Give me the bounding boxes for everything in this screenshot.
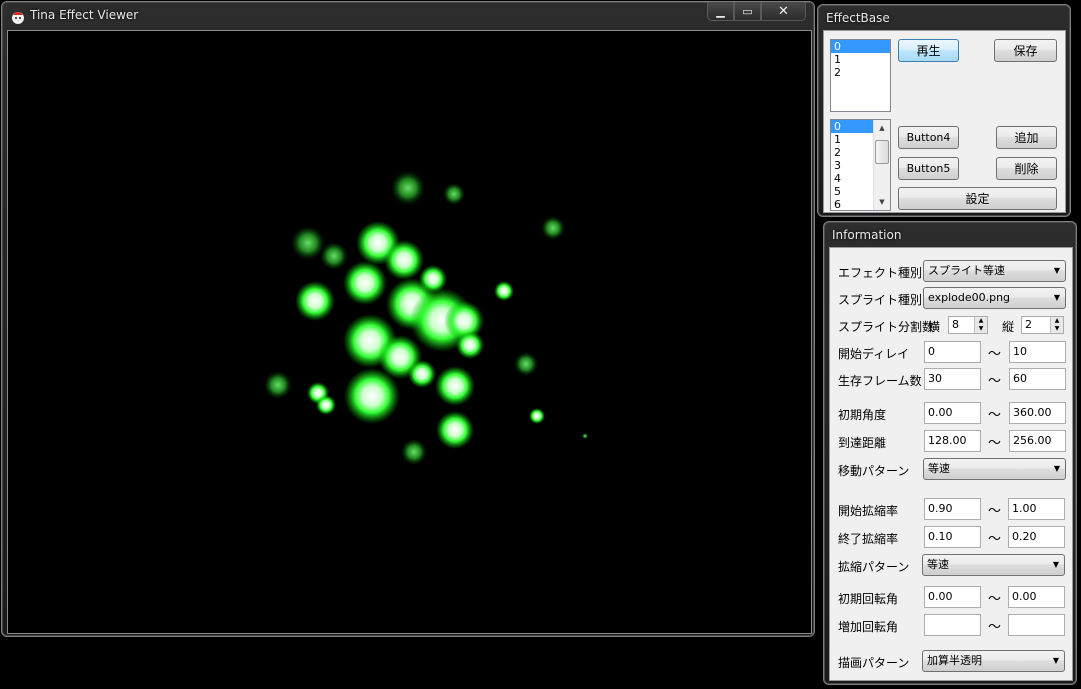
draw-pattern-select[interactable]: 加算半透明 ▼ bbox=[922, 650, 1065, 672]
sprite-div-label: スプライト分割数 bbox=[838, 320, 935, 334]
init-angle-label: 初期角度 bbox=[838, 408, 887, 422]
minimize-button[interactable]: ▁ bbox=[707, 2, 734, 21]
chevron-down-icon: ▼ bbox=[1052, 560, 1059, 569]
sprite-type-value: explode00.png bbox=[928, 291, 1011, 304]
sprite-type-label: スプライト種別 bbox=[838, 293, 923, 307]
minimize-icon: ▁ bbox=[716, 4, 725, 18]
button5[interactable]: Button5 bbox=[898, 157, 959, 180]
sprite-div-v-value: 2 bbox=[1025, 318, 1032, 331]
settings-button[interactable]: 設定 bbox=[898, 187, 1057, 210]
init-angle-max-field[interactable]: 360.00 bbox=[1009, 402, 1066, 424]
list-item[interactable]: 2 bbox=[831, 66, 890, 79]
reach-dist-max-field[interactable]: 256.00 bbox=[1009, 430, 1066, 452]
information-panel: エフェクト種別 スプライト等速 ▼ スプライト種別 explode00.png … bbox=[829, 247, 1073, 681]
reach-dist-label: 到達距離 bbox=[838, 436, 887, 450]
close-button[interactable]: ✕ bbox=[761, 2, 806, 21]
maximize-button[interactable]: ▭ bbox=[734, 2, 761, 21]
end-scale-label: 終了拡縮率 bbox=[838, 532, 899, 546]
start-scale-max-field[interactable]: 1.00 bbox=[1008, 498, 1065, 520]
app-icon bbox=[12, 12, 24, 24]
effectbase-title: EffectBase bbox=[826, 11, 890, 25]
start-delay-max-field[interactable]: 10 bbox=[1009, 341, 1066, 363]
init-rotation-label: 初期回転角 bbox=[838, 592, 899, 606]
chevron-down-icon: ▼ bbox=[1052, 656, 1059, 665]
information-window: Information エフェクト種別 スプライト等速 ▼ スプライト種別 ex… bbox=[823, 221, 1077, 685]
play-button[interactable]: 再生 bbox=[898, 39, 959, 62]
life-frames-max-field[interactable]: 60 bbox=[1009, 368, 1066, 390]
sprite-div-v-label: 縦 bbox=[1002, 320, 1015, 334]
effect-type-value: スプライト等速 bbox=[928, 264, 1005, 277]
caption-buttons: ▁ ▭ ✕ bbox=[707, 2, 806, 21]
save-button[interactable]: 保存 bbox=[994, 39, 1057, 62]
scroll-thumb[interactable] bbox=[875, 140, 889, 164]
sprite-div-h-value: 8 bbox=[952, 318, 959, 331]
range-tilde: ～ bbox=[988, 347, 1002, 362]
add-rotation-max-field[interactable] bbox=[1008, 614, 1065, 636]
range-tilde: ～ bbox=[988, 620, 1002, 635]
end-scale-min-field[interactable]: 0.10 bbox=[924, 526, 981, 548]
spin-arrows-icon[interactable]: ▲ ▼ bbox=[1050, 317, 1063, 333]
scale-pattern-select[interactable]: 等速 ▼ bbox=[922, 554, 1065, 576]
start-delay-label: 開始ディレイ bbox=[838, 347, 910, 361]
effect-type-select[interactable]: スプライト等速 ▼ bbox=[923, 260, 1066, 282]
sprite-div-h-stepper[interactable]: 8 ▲ ▼ bbox=[948, 316, 988, 334]
draw-pattern-label: 描画パターン bbox=[838, 656, 910, 670]
information-title: Information bbox=[832, 228, 902, 242]
start-scale-label: 開始拡縮率 bbox=[838, 504, 899, 518]
list-item[interactable]: 1 bbox=[831, 53, 890, 66]
spin-arrows-icon[interactable]: ▲ ▼ bbox=[974, 317, 987, 333]
button4[interactable]: Button4 bbox=[898, 126, 959, 149]
scroll-down-icon[interactable]: ▼ bbox=[874, 194, 890, 210]
range-tilde: ～ bbox=[988, 408, 1002, 423]
init-rotation-max-field[interactable]: 0.00 bbox=[1008, 586, 1065, 608]
maximize-icon: ▭ bbox=[742, 4, 753, 18]
add-rotation-min-field[interactable] bbox=[924, 614, 981, 636]
reach-dist-min-field[interactable]: 128.00 bbox=[924, 430, 981, 452]
move-pattern-label: 移動パターン bbox=[838, 464, 910, 478]
effect-list[interactable]: 0 1 2 bbox=[830, 39, 891, 112]
range-tilde: ～ bbox=[988, 374, 1002, 389]
scale-pattern-label: 拡縮パターン bbox=[838, 560, 910, 574]
range-tilde: ～ bbox=[988, 436, 1002, 451]
effect-type-label: エフェクト種別 bbox=[838, 266, 923, 280]
effectbase-window: EffectBase 0 1 2 0 1 2 3 4 5 6 ▲ ▼ 再生 保存… bbox=[817, 4, 1071, 217]
chevron-down-icon: ▼ bbox=[1053, 464, 1060, 473]
sprite-div-v-stepper[interactable]: 2 ▲ ▼ bbox=[1021, 316, 1064, 334]
particle-effect bbox=[264, 171, 588, 465]
move-pattern-select[interactable]: 等速 ▼ bbox=[923, 458, 1066, 480]
add-rotation-label: 増加回転角 bbox=[838, 620, 899, 634]
range-tilde: ～ bbox=[988, 592, 1002, 607]
list-item[interactable]: 0 bbox=[831, 40, 890, 53]
effect-canvas[interactable] bbox=[7, 30, 812, 634]
window-title: Tina Effect Viewer bbox=[30, 8, 139, 22]
chevron-down-icon: ▼ bbox=[1053, 293, 1060, 302]
delete-button[interactable]: 削除 bbox=[996, 157, 1057, 180]
range-tilde: ～ bbox=[988, 504, 1002, 519]
start-delay-min-field[interactable]: 0 bbox=[924, 341, 981, 363]
end-scale-max-field[interactable]: 0.20 bbox=[1008, 526, 1065, 548]
draw-pattern-value: 加算半透明 bbox=[927, 654, 982, 667]
init-angle-min-field[interactable]: 0.00 bbox=[924, 402, 981, 424]
scroll-up-icon[interactable]: ▲ bbox=[874, 120, 890, 136]
init-rotation-min-field[interactable]: 0.00 bbox=[924, 586, 981, 608]
sprite-div-h-label: 横 bbox=[928, 320, 941, 334]
effectbase-panel: 0 1 2 0 1 2 3 4 5 6 ▲ ▼ 再生 保存 Button4 追加… bbox=[823, 30, 1066, 213]
chevron-down-icon: ▼ bbox=[1053, 266, 1060, 275]
life-frames-min-field[interactable]: 30 bbox=[924, 368, 981, 390]
range-tilde: ～ bbox=[988, 532, 1002, 547]
viewer-window: Tina Effect Viewer ▁ ▭ ✕ bbox=[1, 1, 815, 637]
sprite-type-select[interactable]: explode00.png ▼ bbox=[923, 287, 1066, 309]
life-frames-label: 生存フレーム数 bbox=[838, 374, 922, 388]
move-pattern-value: 等速 bbox=[928, 462, 950, 475]
close-icon: ✕ bbox=[778, 3, 789, 19]
add-button[interactable]: 追加 bbox=[996, 126, 1057, 149]
element-list[interactable]: 0 1 2 3 4 5 6 ▲ ▼ bbox=[830, 119, 891, 211]
vertical-scrollbar[interactable]: ▲ ▼ bbox=[873, 120, 890, 210]
start-scale-min-field[interactable]: 0.90 bbox=[924, 498, 981, 520]
scale-pattern-value: 等速 bbox=[927, 558, 949, 571]
